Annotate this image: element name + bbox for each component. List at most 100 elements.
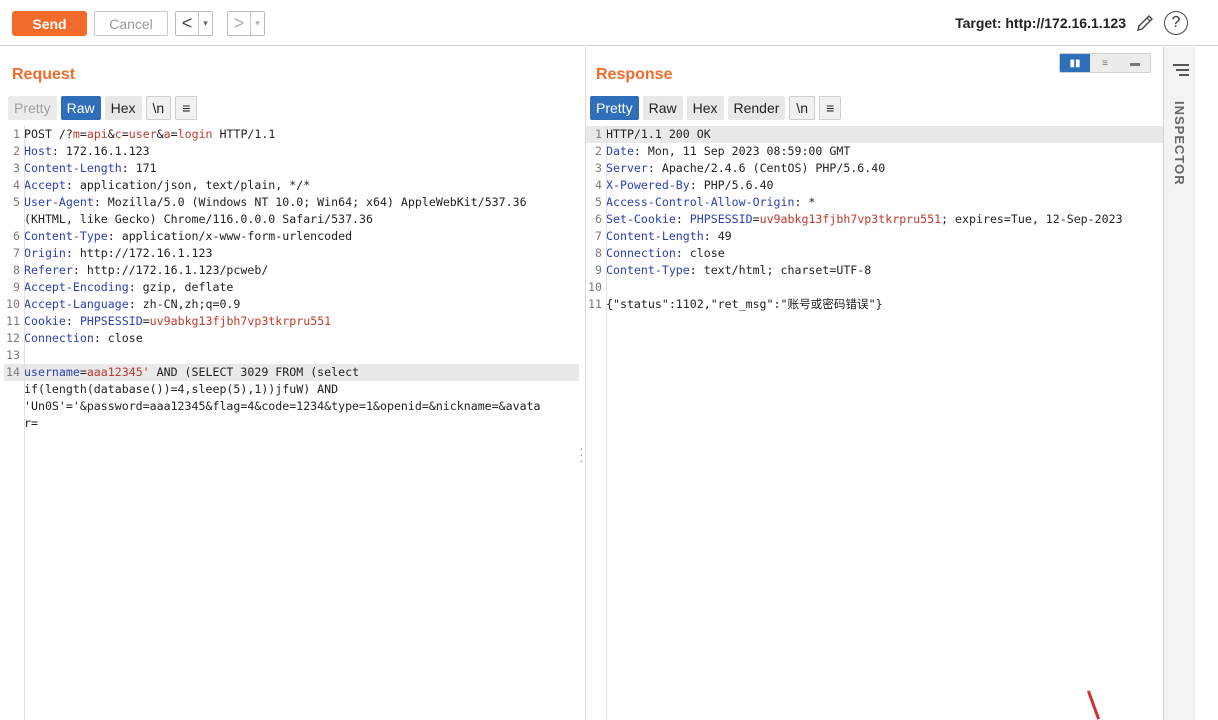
code-line[interactable]: 9 Content-Type: text/html; charset=UTF-8 [586, 262, 1163, 279]
line-text: Content-Length: 171 [24, 161, 157, 175]
code-line[interactable]: 10 Accept-Language: zh-CN,zh;q=0.9 [4, 296, 579, 313]
tab-render[interactable]: Render [727, 96, 786, 120]
line-number: 13 [6, 348, 20, 362]
code-line[interactable]: 'Un0S'='&password=aaa12345&flag=4&code=1… [4, 398, 579, 415]
line-number: 10 [6, 297, 20, 311]
response-tabs: Pretty Raw Hex Render \n ≡ [590, 96, 842, 120]
line-number [4, 415, 24, 432]
menu-icon[interactable]: ≡ [175, 96, 198, 120]
line-text: if(length(database())=4,sleep(5),1))jfuW… [24, 382, 339, 396]
code-line[interactable]: 14 username=aaa12345' AND (SELECT 3029 FR… [4, 364, 579, 381]
code-line[interactable]: 4 Accept: application/json, text/plain, *… [4, 177, 579, 194]
code-line[interactable]: 9 Accept-Encoding: gzip, deflate [4, 279, 579, 296]
line-text [24, 347, 579, 364]
code-line[interactable]: 13 [4, 347, 579, 364]
code-line[interactable]: 3 Content-Length: 171 [4, 160, 579, 177]
pencil-icon[interactable] [1134, 12, 1156, 34]
line-number: 4 [595, 178, 602, 192]
line-text: Connection: close [24, 331, 143, 345]
code-line[interactable]: 1 HTTP/1.1 200 OK [586, 126, 1163, 143]
chevron-down-icon[interactable]: ▾ [198, 12, 212, 35]
layout-toggle: ▮▮ ≡ ▬ [1059, 53, 1151, 73]
line-number: 3 [13, 161, 20, 175]
code-line[interactable]: 12 Connection: close [4, 330, 579, 347]
single-view-icon[interactable]: ▬ [1120, 54, 1150, 72]
line-number: 10 [588, 280, 602, 294]
code-line[interactable]: 7 Origin: http://172.16.1.123 [4, 245, 579, 262]
line-number [4, 398, 24, 415]
code-line[interactable]: if(length(database())=4,sleep(5),1))jfuW… [4, 381, 579, 398]
history-forward-button[interactable]: > ▾ [227, 11, 265, 36]
menu-icon[interactable]: ≡ [819, 96, 842, 120]
send-button[interactable]: Send [12, 11, 87, 36]
line-number: 5 [595, 195, 602, 209]
tab-hex[interactable]: Hex [104, 96, 142, 120]
line-number: 6 [13, 229, 20, 243]
cancel-button[interactable]: Cancel [94, 11, 168, 36]
code-line[interactable]: 8 Referer: http://172.16.1.123/pcweb/ [4, 262, 579, 279]
line-number [4, 381, 24, 398]
line-text: Date: Mon, 11 Sep 2023 08:59:00 GMT [606, 144, 851, 158]
line-text: Host: 172.16.1.123 [24, 144, 150, 158]
tab-hex[interactable]: Hex [686, 96, 724, 120]
line-text: Cookie: PHPSESSID=uv9abkg13fjbh7vp3tkrpr… [24, 314, 332, 328]
code-line[interactable]: 3 Server: Apache/2.4.6 (CentOS) PHP/5.6.4… [586, 160, 1163, 177]
line-text: 'Un0S'='&password=aaa12345&flag=4&code=1… [24, 399, 541, 413]
request-editor[interactable]: 1 POST /?m=api&c=user&a=login HTTP/1.1 2 Ho… [4, 126, 579, 432]
response-title: Response [596, 66, 673, 83]
code-line[interactable]: 2 Host: 172.16.1.123 [4, 143, 579, 160]
line-text: Accept-Encoding: gzip, deflate [24, 280, 234, 294]
code-line[interactable]: 4 X-Powered-By: PHP/5.6.40 [586, 177, 1163, 194]
newline-toggle[interactable]: \n [789, 96, 816, 120]
newline-toggle[interactable]: \n [145, 96, 172, 120]
horizontal-view-icon[interactable]: ≡ [1090, 54, 1120, 72]
line-text: Referer: http://172.16.1.123/pcweb/ [24, 263, 269, 277]
line-number: 12 [6, 331, 20, 345]
line-text: Content-Type: text/html; charset=UTF-8 [606, 263, 872, 277]
top-toolbar: Send Cancel < ▾ > ▾ Target: http://172.1… [0, 0, 1218, 46]
split-view-icon[interactable]: ▮▮ [1060, 54, 1090, 72]
chevron-left-icon[interactable]: < [176, 12, 198, 35]
history-back-button[interactable]: < ▾ [175, 11, 213, 36]
code-line[interactable]: 2 Date: Mon, 11 Sep 2023 08:59:00 GMT [586, 143, 1163, 160]
code-line[interactable]: 6 Content-Type: application/x-www-form-ur… [4, 228, 579, 245]
splitter-handle[interactable]: · · · [579, 441, 584, 467]
line-number: 8 [13, 263, 20, 277]
right-margin [1195, 47, 1218, 720]
line-number: 4 [13, 178, 20, 192]
line-number: 1 [595, 127, 602, 141]
line-text: Accept-Language: zh-CN,zh;q=0.9 [24, 297, 241, 311]
tab-pretty[interactable]: Pretty [8, 96, 57, 120]
tab-pretty[interactable]: Pretty [590, 96, 639, 120]
chevron-right-icon[interactable]: > [228, 12, 250, 35]
code-line[interactable]: r= [4, 415, 579, 432]
code-line[interactable]: 1 POST /?m=api&c=user&a=login HTTP/1.1 [4, 126, 579, 143]
tab-raw[interactable]: Raw [60, 96, 101, 120]
code-line[interactable]: 5 Access-Control-Allow-Origin: * [586, 194, 1163, 211]
line-number: 9 [595, 263, 602, 277]
line-number: 9 [13, 280, 20, 294]
tab-raw[interactable]: Raw [642, 96, 683, 120]
line-text: username=aaa12345' AND (SELECT 3029 FROM… [24, 365, 360, 379]
menu-icon[interactable] [1173, 63, 1189, 77]
line-number [4, 211, 24, 228]
code-line[interactable]: 11 {"status":1102,"ret_msg":"账号或密码错误"} [586, 296, 1163, 313]
line-number: 11 [6, 314, 20, 328]
code-line[interactable]: (KHTML, like Gecko) Chrome/116.0.0.0 Saf… [4, 211, 579, 228]
code-line[interactable]: 10 [586, 279, 1163, 296]
line-number: 8 [595, 246, 602, 260]
line-text: X-Powered-By: PHP/5.6.40 [606, 178, 774, 192]
chevron-down-icon[interactable]: ▾ [250, 12, 264, 35]
code-line[interactable]: 5 User-Agent: Mozilla/5.0 (Windows NT 10.… [4, 194, 579, 211]
inspector-sidebar[interactable]: INSPECTOR [1163, 47, 1195, 720]
help-icon[interactable]: ? [1164, 11, 1188, 35]
response-editor[interactable]: 1 HTTP/1.1 200 OK 2 Date: Mon, 11 Sep 2023 … [586, 126, 1163, 313]
code-line[interactable]: 7 Content-Length: 49 [586, 228, 1163, 245]
line-text: Set-Cookie: PHPSESSID=uv9abkg13fjbh7vp3t… [606, 212, 1123, 226]
inspector-label[interactable]: INSPECTOR [1172, 101, 1187, 186]
code-line[interactable]: 8 Connection: close [586, 245, 1163, 262]
code-line[interactable]: 11 Cookie: PHPSESSID=uv9abkg13fjbh7vp3tkr… [4, 313, 579, 330]
response-panel: Response ▮▮ ≡ ▬ Pretty Raw Hex Render \n… [586, 47, 1163, 720]
code-line[interactable]: 6 Set-Cookie: PHPSESSID=uv9abkg13fjbh7vp3… [586, 211, 1163, 228]
line-number: 5 [13, 195, 20, 209]
